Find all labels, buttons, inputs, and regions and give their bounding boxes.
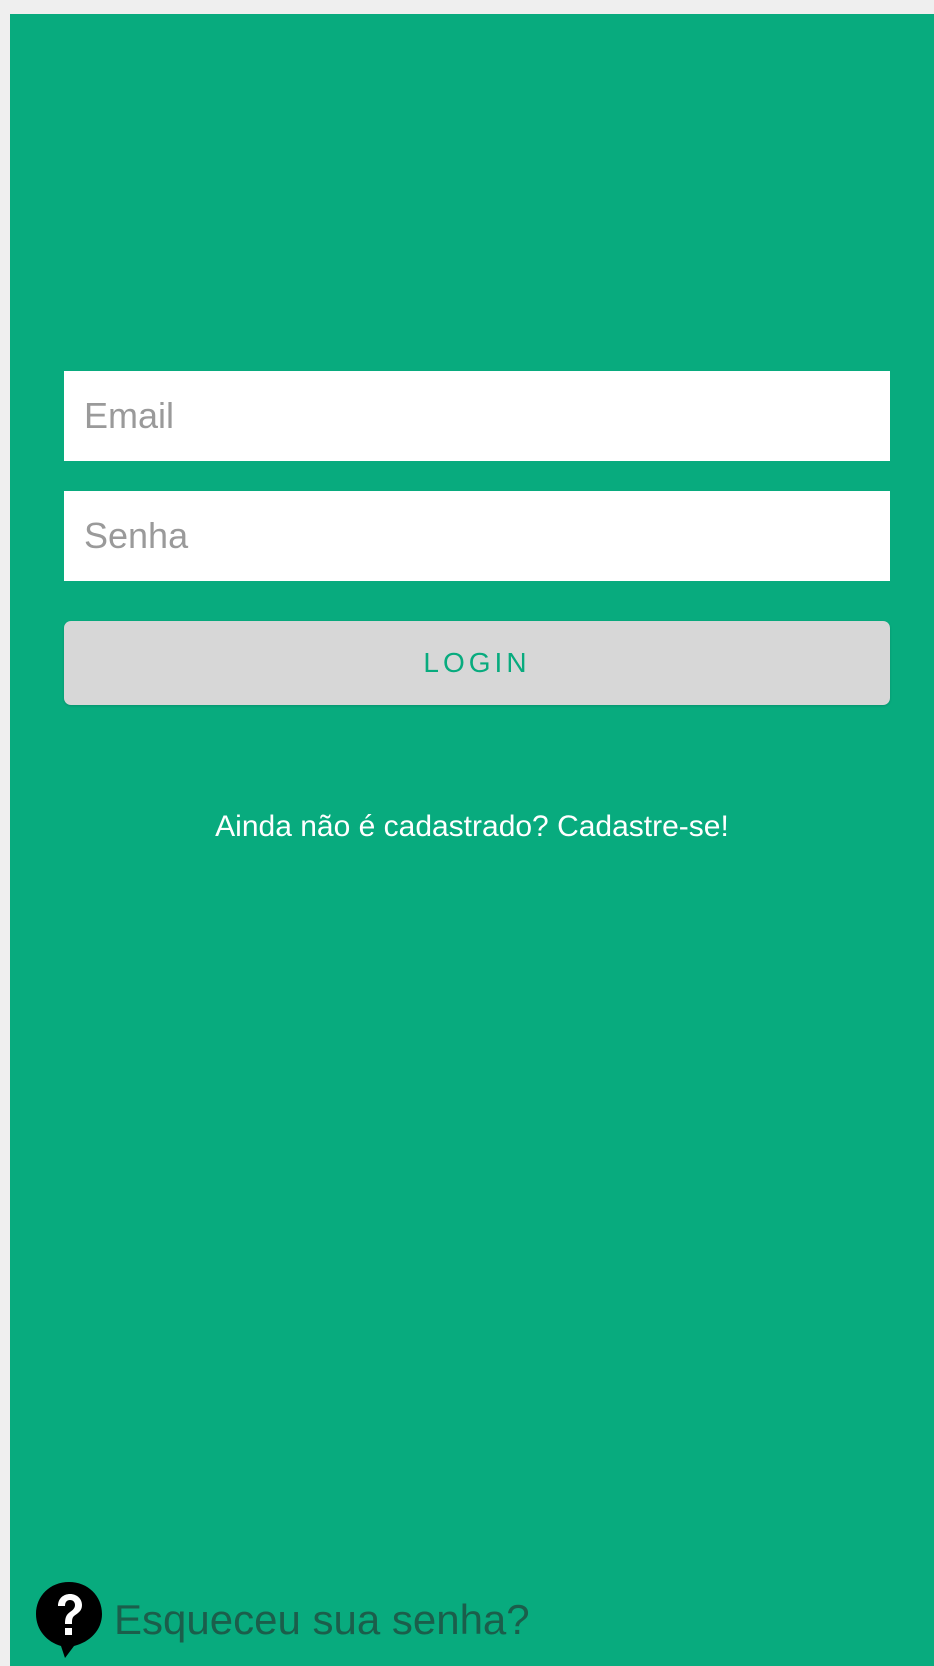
forgot-password-label: Esqueceu sua senha? (114, 1596, 530, 1643)
help-bubble-icon (36, 1582, 102, 1658)
signup-link[interactable]: Ainda não é cadastrado? Cadastre-se! (10, 810, 934, 844)
password-input[interactable] (84, 491, 890, 581)
email-field-container (64, 371, 890, 461)
login-screen: LOGIN Ainda não é cadastrado? Cadastre-s… (10, 14, 934, 1666)
email-input[interactable] (84, 371, 890, 461)
forgot-password-link[interactable]: Esqueceu sua senha? (34, 1580, 530, 1660)
login-button[interactable]: LOGIN (64, 621, 890, 705)
password-field-container (64, 491, 890, 581)
